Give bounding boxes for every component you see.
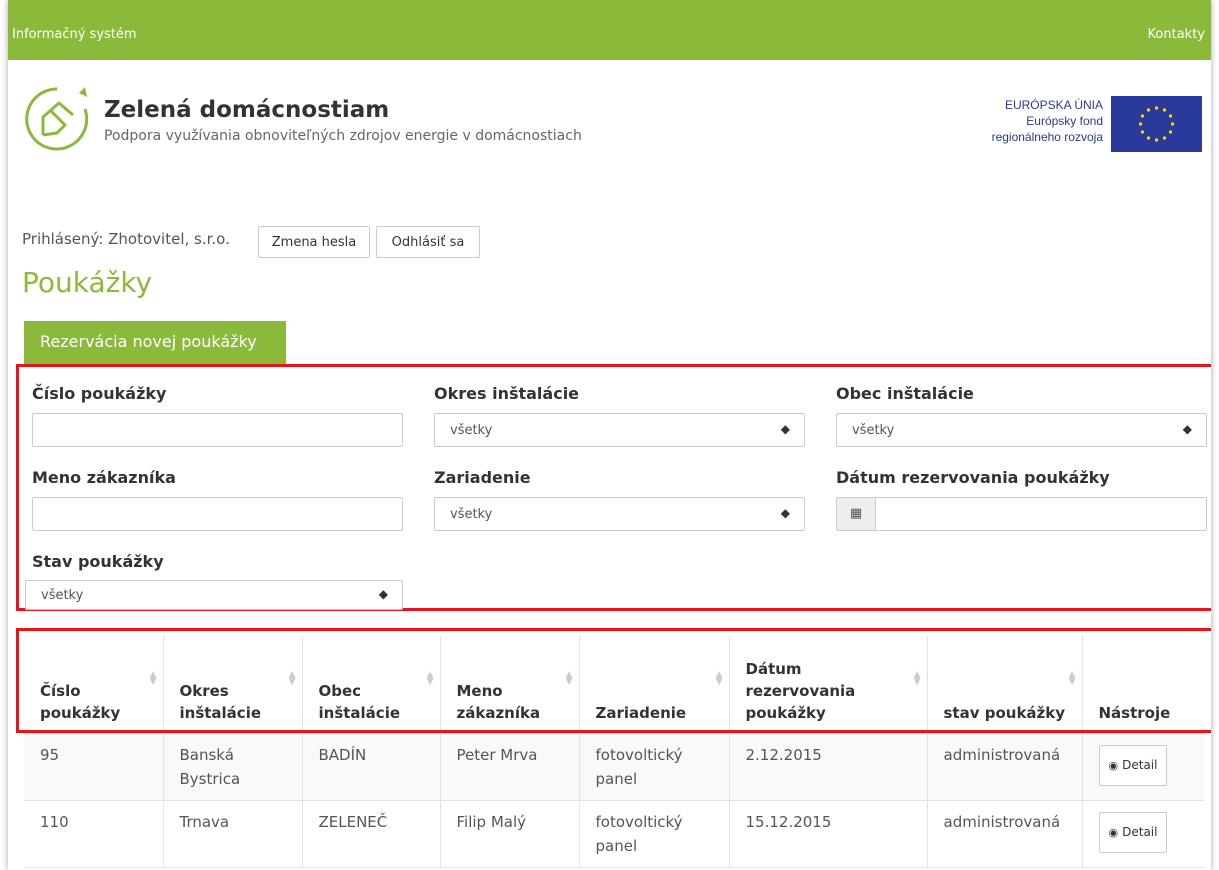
select-arrows-icon: ◆ <box>780 506 790 520</box>
device-label: Zariadenie <box>434 468 531 487</box>
status-select-value: všetky <box>41 588 84 603</box>
table-row: 110 Trnava ZELENEČ Filip Malý fotovoltic… <box>24 800 1204 868</box>
customer-name-input[interactable] <box>32 497 403 531</box>
cell-district: Trnava <box>163 800 303 868</box>
eu-line-2: Európsky fond <box>1026 114 1103 128</box>
site-subtitle: Podpora využívania obnoviteľných zdrojov… <box>104 128 582 144</box>
municipality-label: Obec inštalácie <box>836 384 974 403</box>
table-header-highlight <box>16 628 1211 733</box>
system-link[interactable]: Informačný systém <box>12 27 137 42</box>
reservation-date-label: Dátum rezervovania poukážky <box>836 468 1110 487</box>
status-label: Stav poukážky <box>32 552 164 571</box>
page-title: Poukážky <box>22 266 153 299</box>
eu-flag-icon <box>1111 96 1202 152</box>
browser-page: Informačný systém Kontakty Zelená domácn… <box>8 0 1211 870</box>
contacts-link[interactable]: Kontakty <box>1148 27 1205 42</box>
detail-button[interactable]: ◉ Detail <box>1098 812 1168 853</box>
voucher-number-label: Číslo poukážky <box>32 384 167 403</box>
logout-button[interactable]: Odhlásiť sa <box>376 226 480 258</box>
cell-district: Banská Bystrica <box>163 733 303 801</box>
eu-logo-text: EURÓPSKA ÚNIA Európsky fond regionálneho… <box>992 97 1103 145</box>
customer-name-label: Meno zákazníka <box>32 468 176 487</box>
device-select[interactable]: všetky ◆ <box>434 497 805 531</box>
logged-in-user: Prihlásený: Zhotovitel, s.r.o. <box>22 230 230 248</box>
select-arrows-icon: ◆ <box>1182 422 1192 436</box>
new-voucher-tab[interactable]: Rezervácia novej poukážky <box>24 321 286 365</box>
filter-panel: Číslo poukážky Okres inštalácie všetky ◆… <box>16 364 1211 611</box>
device-select-value: všetky <box>450 507 493 522</box>
cell-status: administrovaná <box>927 800 1083 868</box>
cell-voucher-number: 110 <box>24 800 164 868</box>
table-row: 95 Banská Bystrica BADÍN Peter Mrva foto… <box>24 733 1204 801</box>
cell-voucher-number: 95 <box>24 733 164 801</box>
house-logo-icon <box>25 87 89 151</box>
municipality-select-value: všetky <box>852 423 895 438</box>
municipality-select[interactable]: všetky ◆ <box>836 413 1207 447</box>
cell-reservation-date: 15.12.2015 <box>729 800 928 868</box>
calendar-icon[interactable]: ▦ <box>836 497 876 531</box>
cell-device: fotovoltický panel <box>579 733 730 801</box>
eu-line-1: EURÓPSKA ÚNIA <box>1004 98 1103 112</box>
voucher-number-input[interactable] <box>32 413 403 447</box>
district-select[interactable]: všetky ◆ <box>434 413 805 447</box>
detail-button-label: Detail <box>1122 825 1158 839</box>
cell-tools: ◉ Detail <box>1082 733 1204 801</box>
top-navbar: Informačný systém Kontakty <box>8 0 1211 60</box>
eye-icon: ◉ <box>1108 826 1119 839</box>
select-arrows-icon: ◆ <box>780 422 790 436</box>
detail-button[interactable]: ◉ Detail <box>1098 745 1168 786</box>
status-select[interactable]: všetky ◆ <box>25 580 403 610</box>
cell-reservation-date: 2.12.2015 <box>729 733 928 801</box>
cell-municipality: BADÍN <box>302 733 441 801</box>
cell-tools: ◉ Detail <box>1082 800 1204 868</box>
cell-device: fotovoltický panel <box>579 800 730 868</box>
site-title: Zelená domácnostiam <box>104 97 390 123</box>
cell-customer: Filip Malý <box>440 800 580 868</box>
cell-status: administrovaná <box>927 733 1083 801</box>
district-label: Okres inštalácie <box>434 384 580 403</box>
eye-icon: ◉ <box>1108 759 1119 772</box>
cell-customer: Peter Mrva <box>440 733 580 801</box>
eu-line-3: regionálneho rozvoja <box>991 130 1103 144</box>
detail-button-label: Detail <box>1122 758 1158 772</box>
select-arrows-icon: ◆ <box>378 587 388 601</box>
reservation-date-input[interactable] <box>875 497 1207 531</box>
cell-municipality: ZELENEČ <box>302 800 441 868</box>
change-password-button[interactable]: Zmena hesla <box>258 226 370 258</box>
district-select-value: všetky <box>450 423 493 438</box>
